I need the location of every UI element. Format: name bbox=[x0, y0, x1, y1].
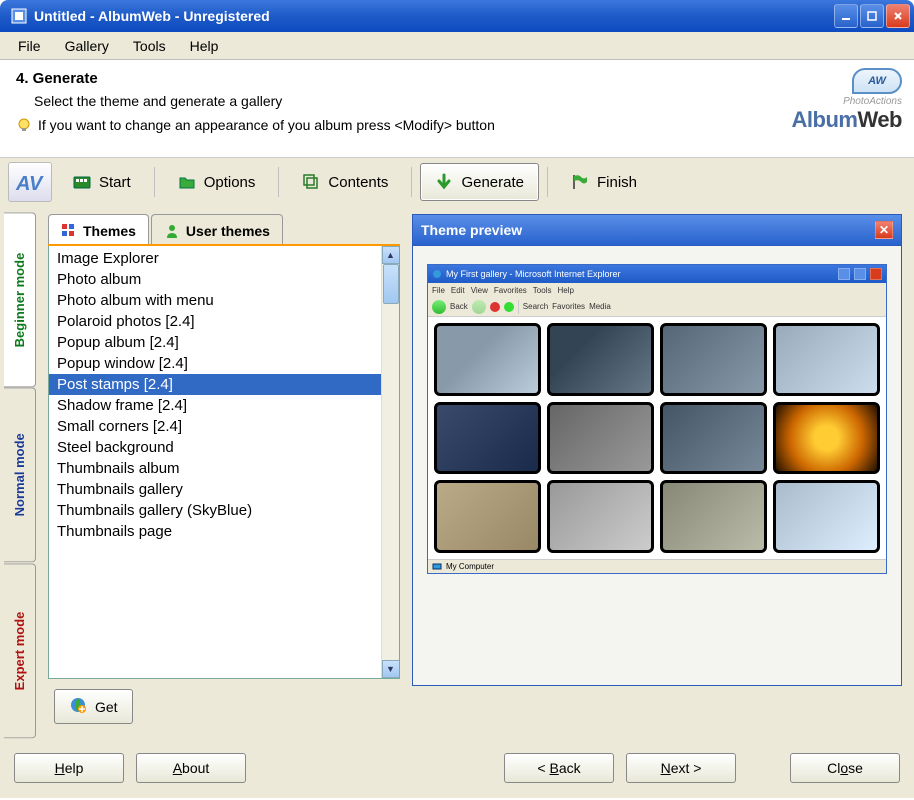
thumbnail bbox=[660, 323, 767, 396]
themes-tab[interactable]: Themes bbox=[48, 214, 149, 244]
theme-item[interactable]: Image Explorer bbox=[49, 248, 399, 269]
theme-item[interactable]: Popup window [2.4] bbox=[49, 353, 399, 374]
stack-icon bbox=[302, 173, 320, 191]
browser-preview: My First gallery - Microsoft Internet Ex… bbox=[427, 264, 887, 574]
computer-icon bbox=[432, 562, 442, 572]
theme-item[interactable]: Popup album [2.4] bbox=[49, 332, 399, 353]
window-title: Untitled - AlbumWeb - Unregistered bbox=[34, 8, 834, 24]
titlebar[interactable]: Untitled - AlbumWeb - Unregistered bbox=[0, 0, 914, 32]
folder-icon bbox=[178, 173, 196, 191]
theme-item[interactable]: Post stamps [2.4] bbox=[49, 374, 399, 395]
mode-tabs: Beginner mode Normal mode Expert mode bbox=[0, 206, 36, 738]
thumbnail bbox=[660, 480, 767, 553]
refresh-icon bbox=[504, 302, 514, 312]
scroll-thumb[interactable] bbox=[383, 264, 399, 304]
back-button[interactable]: < Back bbox=[504, 753, 614, 783]
user-themes-tab[interactable]: User themes bbox=[151, 214, 283, 244]
tip-text: If you want to change an appearance of y… bbox=[38, 117, 495, 133]
start-button[interactable]: Start bbox=[58, 163, 146, 201]
user-icon bbox=[164, 223, 180, 239]
browser-menubar: File Edit View Favorites Tools Help bbox=[428, 283, 886, 297]
next-button[interactable]: Next > bbox=[626, 753, 736, 783]
thumbnail bbox=[547, 480, 654, 553]
svg-text:V: V bbox=[29, 173, 44, 195]
thumbnail bbox=[434, 402, 541, 475]
thumbnail bbox=[773, 323, 880, 396]
browser-title: My First gallery - Microsoft Internet Ex… bbox=[446, 269, 834, 279]
mode-normal-tab[interactable]: Normal mode bbox=[4, 387, 36, 562]
scroll-down-button[interactable]: ▼ bbox=[382, 660, 400, 678]
theme-item[interactable]: Thumbnails gallery (SkyBlue) bbox=[49, 500, 399, 521]
close-button[interactable] bbox=[886, 4, 910, 28]
thumbnail bbox=[773, 480, 880, 553]
menubar: File Gallery Tools Help bbox=[0, 32, 914, 60]
theme-item[interactable]: Thumbnails album bbox=[49, 458, 399, 479]
preview-close-button[interactable]: ✕ bbox=[875, 221, 893, 239]
thumbnail bbox=[773, 402, 880, 475]
options-button[interactable]: Options bbox=[163, 163, 271, 201]
preview-titlebar: Theme preview ✕ bbox=[412, 214, 902, 246]
wizard-toolbar: AV Start Options Contents Generate Finis… bbox=[0, 158, 914, 206]
browser-close-icon bbox=[870, 268, 882, 280]
finish-button[interactable]: Finish bbox=[556, 163, 652, 201]
menu-gallery[interactable]: Gallery bbox=[55, 34, 119, 58]
wizard-header: 4. Generate Select the theme and generat… bbox=[0, 60, 914, 158]
thumbnail bbox=[434, 480, 541, 553]
stop-icon bbox=[490, 302, 500, 312]
close-button-footer[interactable]: Close bbox=[790, 753, 900, 783]
menu-help[interactable]: Help bbox=[180, 34, 229, 58]
brand-aw-badge: AW bbox=[852, 68, 902, 94]
mode-beginner-tab[interactable]: Beginner mode bbox=[4, 212, 36, 387]
bulb-icon bbox=[16, 117, 32, 133]
app-icon bbox=[10, 7, 28, 25]
themes-icon bbox=[61, 223, 77, 239]
logo-icon: AV bbox=[8, 162, 52, 202]
brand-logo: AW PhotoActions AlbumWeb bbox=[742, 68, 902, 138]
maximize-button[interactable] bbox=[860, 4, 884, 28]
browser-min-icon bbox=[838, 268, 850, 280]
thumbnail bbox=[547, 323, 654, 396]
flag-icon bbox=[571, 173, 589, 191]
arrow-down-icon bbox=[435, 173, 453, 191]
menu-tools[interactable]: Tools bbox=[123, 34, 176, 58]
menu-file[interactable]: File bbox=[8, 34, 51, 58]
browser-statusbar: My Computer bbox=[428, 559, 886, 573]
theme-item[interactable]: Thumbnails page bbox=[49, 521, 399, 542]
theme-item[interactable]: Shadow frame [2.4] bbox=[49, 395, 399, 416]
theme-item[interactable]: Steel background bbox=[49, 437, 399, 458]
ie-icon bbox=[432, 269, 442, 279]
contents-button[interactable]: Contents bbox=[287, 163, 403, 201]
theme-list[interactable]: Image ExplorerPhoto albumPhoto album wit… bbox=[49, 246, 399, 678]
browser-toolbar: Back Search Favorites Media bbox=[428, 297, 886, 317]
scroll-up-button[interactable]: ▲ bbox=[382, 246, 400, 264]
preview-panel: Theme preview ✕ My First gallery - Micro… bbox=[412, 214, 902, 730]
thumbnail bbox=[547, 402, 654, 475]
minimize-button[interactable] bbox=[834, 4, 858, 28]
about-button[interactable]: About bbox=[136, 753, 246, 783]
generate-button[interactable]: Generate bbox=[420, 163, 539, 201]
help-button[interactable]: Help bbox=[14, 753, 124, 783]
mode-expert-tab[interactable]: Expert mode bbox=[4, 563, 36, 738]
globe-icon bbox=[69, 696, 87, 717]
theme-item[interactable]: Photo album with menu bbox=[49, 290, 399, 311]
thumbnail bbox=[660, 402, 767, 475]
brand-subtitle: PhotoActions bbox=[742, 96, 902, 107]
theme-item[interactable]: Polaroid photos [2.4] bbox=[49, 311, 399, 332]
footer: Help About < Back Next > Close bbox=[0, 738, 914, 798]
theme-item[interactable]: Thumbnails gallery bbox=[49, 479, 399, 500]
thumbnail bbox=[434, 323, 541, 396]
scrollbar[interactable]: ▲ ▼ bbox=[381, 246, 399, 678]
browser-max-icon bbox=[854, 268, 866, 280]
start-icon bbox=[73, 173, 91, 191]
theme-item[interactable]: Photo album bbox=[49, 269, 399, 290]
gallery-grid bbox=[428, 317, 886, 559]
forward-icon bbox=[472, 300, 486, 314]
get-button[interactable]: Get bbox=[54, 689, 133, 724]
back-icon bbox=[432, 300, 446, 314]
themes-panel: Themes User themes Image ExplorerPhoto a… bbox=[48, 214, 400, 730]
theme-item[interactable]: Small corners [2.4] bbox=[49, 416, 399, 437]
